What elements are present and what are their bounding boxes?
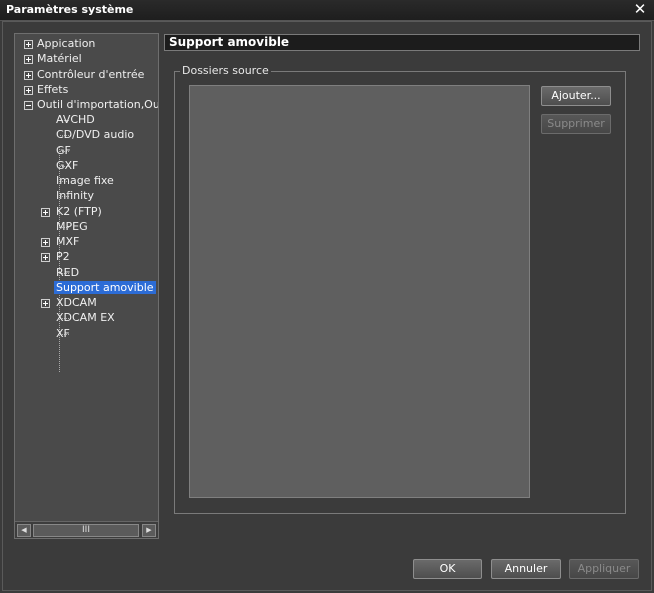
- window-title: Paramètres système: [6, 3, 134, 16]
- tree-item-label: MXF: [56, 235, 80, 248]
- cancel-button[interactable]: Annuler: [491, 559, 561, 579]
- remove-button[interactable]: Supprimer: [541, 114, 611, 134]
- tree-item-label: RED: [56, 266, 80, 279]
- tree-item-label: Contrôleur d'entrée: [37, 68, 145, 81]
- tree-horizontal-scrollbar[interactable]: ◀ III ▶: [15, 521, 158, 538]
- tree-item-label: XF: [56, 327, 70, 340]
- page-title: Support amovible: [164, 34, 640, 51]
- tree-item-label: P2: [56, 250, 70, 263]
- expand-plus-icon[interactable]: [41, 238, 50, 247]
- tree-item-label: GXF: [56, 159, 79, 172]
- tree-item-label: K2 (FTP): [56, 205, 102, 218]
- tree-item-label: XDCAM: [56, 296, 97, 309]
- tree-item-label: XDCAM EX: [56, 311, 115, 324]
- expand-plus-icon[interactable]: [41, 299, 50, 308]
- expand-plus-icon[interactable]: [24, 71, 33, 80]
- tree-item-label: MPEG: [56, 220, 88, 233]
- group-label: Dossiers source: [180, 64, 271, 77]
- tree-item-label: Appication: [37, 37, 96, 50]
- tree-item-label: Matériel: [37, 52, 82, 65]
- expand-plus-icon[interactable]: [24, 86, 33, 95]
- apply-button[interactable]: Appliquer: [569, 559, 639, 579]
- settings-tree[interactable]: Appication Matériel Contrôleur d'entrée …: [14, 33, 159, 539]
- tree-item-label: AVCHD: [56, 113, 95, 126]
- ok-button[interactable]: OK: [413, 559, 482, 579]
- collapse-minus-icon[interactable]: [24, 101, 33, 110]
- expand-plus-icon[interactable]: [41, 253, 50, 262]
- tree-item-label: Effets: [37, 83, 69, 96]
- title-bar: Paramètres système ✕: [0, 0, 654, 21]
- tree-item-label: Infinity: [56, 189, 94, 202]
- source-folders-list[interactable]: [189, 85, 530, 498]
- scroll-right-icon[interactable]: ▶: [142, 524, 156, 537]
- add-button[interactable]: Ajouter...: [541, 86, 611, 106]
- tree-item-label: Image fixe: [56, 174, 114, 187]
- expand-plus-icon[interactable]: [24, 55, 33, 64]
- expand-plus-icon[interactable]: [41, 208, 50, 217]
- expand-plus-icon[interactable]: [24, 40, 33, 49]
- scrollbar-thumb[interactable]: III: [33, 524, 139, 537]
- close-icon[interactable]: ✕: [632, 1, 648, 17]
- tree-item-label: Outil d'importation,Outil d': [37, 98, 159, 111]
- tree-item-label: CD/DVD audio: [56, 128, 135, 141]
- tree-item-label: Support amovible: [54, 281, 156, 294]
- tree-item-label: GF: [56, 144, 71, 157]
- scroll-left-icon[interactable]: ◀: [17, 524, 31, 537]
